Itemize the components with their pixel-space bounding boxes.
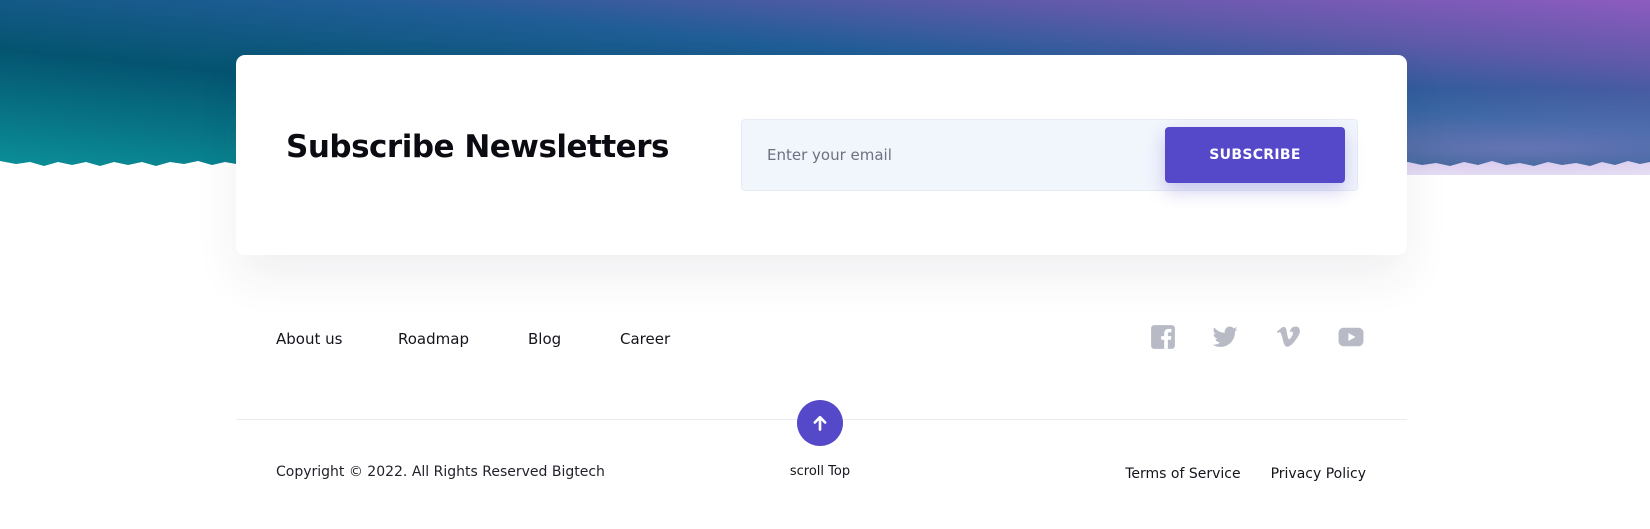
email-input[interactable]: [742, 120, 1162, 190]
footer-link-roadmap[interactable]: Roadmap: [398, 330, 528, 348]
terms-of-service-link[interactable]: Terms of Service: [1125, 466, 1240, 482]
page: Subscribe Newsletters SUBSCRIBE About us…: [0, 0, 1650, 529]
subscribe-title: Subscribe Newsletters: [286, 129, 669, 165]
subscribe-button[interactable]: SUBSCRIBE: [1165, 127, 1345, 183]
copyright-text: Copyright © 2022. All Rights Reserved Bi…: [276, 464, 605, 480]
twitter-icon[interactable]: [1212, 324, 1238, 350]
privacy-policy-link[interactable]: Privacy Policy: [1271, 466, 1366, 482]
footer-link-career[interactable]: Career: [620, 330, 670, 348]
footer-link-blog[interactable]: Blog: [528, 330, 620, 348]
scroll-top-label: scroll Top: [789, 464, 851, 479]
scroll-top-button[interactable]: [797, 400, 843, 446]
subscribe-form: SUBSCRIBE: [741, 119, 1358, 191]
facebook-icon[interactable]: [1150, 324, 1176, 350]
vimeo-icon[interactable]: [1275, 324, 1301, 350]
subscribe-card: Subscribe Newsletters SUBSCRIBE: [236, 55, 1407, 255]
arrow-up-icon: [813, 415, 827, 431]
footer-link-about-us[interactable]: About us: [276, 330, 398, 348]
footer-nav: About us Roadmap Blog Career: [276, 330, 670, 348]
youtube-icon[interactable]: [1337, 324, 1365, 350]
legal-links: Terms of Service Privacy Policy: [1125, 466, 1366, 482]
